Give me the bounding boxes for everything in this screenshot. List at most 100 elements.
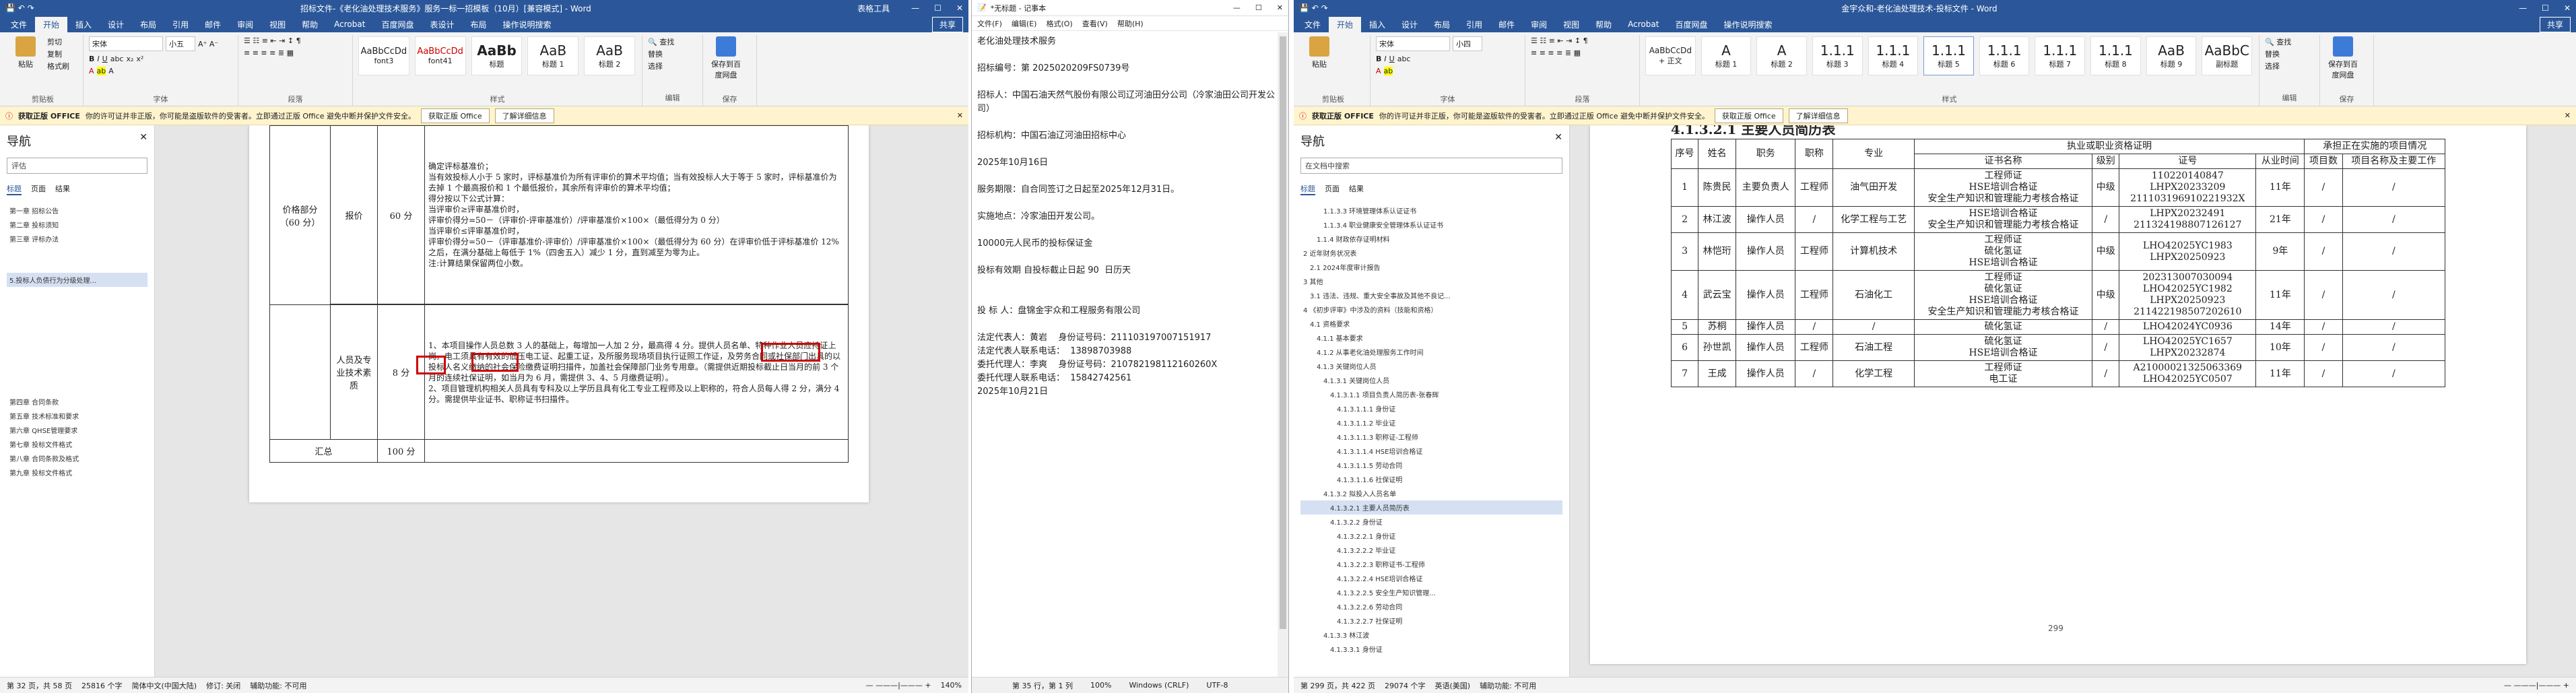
font-color-icon[interactable]: A — [1376, 67, 1381, 75]
nav-item[interactable]: 5.投标人负债行为分级处理... — [7, 273, 147, 287]
bullets-icon[interactable]: ☰ ☷ ≡ ⇤ ⇥ ↕ ¶ — [244, 36, 347, 45]
select-button[interactable]: 选择 — [648, 61, 697, 73]
style-item[interactable]: 1.1.1 标题 4 — [1868, 36, 1919, 75]
learn-more-button[interactable]: 了解详细信息 — [1788, 108, 1848, 123]
nav-item[interactable]: 4.1.2 从事老化油处理服务工作时间 — [1300, 345, 1562, 359]
learn-more-button[interactable]: 了解详细信息 — [494, 108, 554, 123]
underline-icon[interactable]: U — [102, 55, 108, 63]
scrollbar[interactable] — [1278, 32, 1288, 677]
style-item[interactable]: 1.1.1 标题 7 — [2035, 36, 2086, 75]
maximize-icon[interactable]: ☐ — [2542, 3, 2549, 13]
nav-item[interactable]: 2.1 2024年度审计报告 — [1300, 260, 1562, 274]
nav-item[interactable]: 4.1.3.2.1 主要人员简历表 — [1300, 500, 1562, 515]
tab-layout[interactable]: 布局 — [1426, 17, 1458, 32]
nav-item[interactable]: 4.1.3.1.1 项目负责人简历表-张春辉 — [1300, 387, 1562, 401]
strikethrough-icon[interactable]: abc — [110, 55, 124, 63]
style-item[interactable]: A 标题 1 — [1700, 36, 1752, 75]
nav-item[interactable]: 第二章 投标须知 — [7, 218, 147, 232]
style-item[interactable]: 1.1.1 标题 3 — [1812, 36, 1863, 75]
select-button[interactable]: 选择 — [2265, 61, 2314, 73]
tab-file[interactable]: 文件 — [3, 17, 35, 32]
tab-references[interactable]: 引用 — [1458, 17, 1490, 32]
font-size-select[interactable]: 小五 — [166, 36, 195, 51]
nav-item[interactable]: 1.1.4 财政依存证明材料 — [1300, 232, 1562, 246]
nav-item[interactable]: 4.1.3.1.1.6 社保证明 — [1300, 472, 1562, 486]
nav-search-input[interactable]: 在文档中搜索 — [1300, 158, 1562, 174]
tab-mailings[interactable]: 邮件 — [197, 17, 229, 32]
nav-item[interactable]: 4.1.3 关键岗位人员 — [1300, 359, 1562, 373]
replace-button[interactable]: 替换 — [2265, 48, 2314, 61]
nav-item[interactable]: 4.1.3.2.2.3 职称证书-工程师 — [1300, 557, 1562, 571]
bold-icon[interactable]: B — [89, 55, 94, 63]
tab-table-layout[interactable]: 布局 — [462, 17, 494, 32]
close-icon[interactable]: ✕ — [2565, 111, 2571, 120]
style-item[interactable]: 1.1.1 标题 6 — [1979, 36, 2030, 75]
tab-view[interactable]: 视图 — [1555, 17, 1587, 32]
style-item[interactable]: AaBb 标题 — [471, 36, 523, 75]
page-count[interactable]: 第 32 页，共 58 页 — [7, 680, 72, 691]
nav-item[interactable]: 4 《初步评审》中涉及的资料（技能和资格） — [1300, 302, 1562, 317]
document-page[interactable]: 4.1.3.2.1 主要人员简历表 序号 姓名 职务 职称 专业 执业或职业资格… — [1590, 125, 2526, 664]
tell-me-search[interactable]: 操作说明搜索 — [1715, 17, 1780, 32]
nav-item[interactable]: 第四章 合同条款 — [7, 395, 147, 409]
tab-design[interactable]: 设计 — [100, 17, 132, 32]
cut-button[interactable]: 剪切 — [47, 36, 69, 48]
style-item[interactable]: AaBbCcDd font41 — [414, 36, 466, 75]
tab-view[interactable]: 视图 — [261, 17, 294, 32]
menu-file[interactable]: 文件(F) — [977, 18, 1002, 29]
nav-item[interactable]: 1.1.3.3 环境管理体系认证证书 — [1300, 203, 1562, 218]
style-item[interactable]: AaB 标题 1 — [527, 36, 579, 75]
tab-home[interactable]: 开始 — [1329, 16, 1362, 32]
style-item[interactable]: AaBbC 副标题 — [2202, 36, 2253, 75]
style-item[interactable]: 1.1.1 标题 8 — [2090, 36, 2141, 75]
italic-icon[interactable]: I — [1384, 55, 1386, 63]
highlight-icon[interactable]: ab — [96, 67, 106, 75]
bold-icon[interactable]: B — [1376, 55, 1381, 63]
tab-baidu[interactable]: 百度网盘 — [373, 17, 422, 32]
style-item[interactable]: AaBbCcDd + 正文 — [1645, 36, 1696, 75]
tell-me-search[interactable]: 操作说明搜索 — [495, 17, 560, 32]
strikethrough-icon[interactable]: abc — [1397, 55, 1411, 63]
nav-tab-pages[interactable]: 页面 — [1325, 183, 1340, 195]
nav-tab-headings[interactable]: 标题 — [7, 183, 22, 195]
menu-format[interactable]: 格式(O) — [1046, 18, 1072, 29]
close-icon[interactable]: ✕ — [2564, 3, 2571, 13]
font-name-select[interactable]: 宋体 — [1376, 36, 1450, 51]
nav-item[interactable]: 4.1.3.2.2.4 HSE培训合格证 — [1300, 571, 1562, 585]
nav-tab-results[interactable]: 结果 — [55, 183, 70, 195]
share-button[interactable]: 共享 — [931, 16, 963, 32]
tab-file[interactable]: 文件 — [1296, 17, 1329, 32]
find-button[interactable]: 🔍 查找 — [648, 36, 697, 48]
nav-item[interactable]: 1.1.3.4 职业健康安全管理体系认证证书 — [1300, 218, 1562, 232]
minimize-icon[interactable]: — — [2519, 3, 2527, 13]
accessibility[interactable]: 辅助功能: 不可用 — [1480, 680, 1536, 691]
tab-help[interactable]: 帮助 — [1587, 17, 1620, 32]
nav-item[interactable]: 第六章 QHSE管理要求 — [7, 423, 147, 437]
nav-item[interactable]: 第一章 招标公告 — [7, 203, 147, 218]
tab-help[interactable]: 帮助 — [294, 17, 326, 32]
word-count[interactable]: 25816 个字 — [81, 680, 123, 691]
autosave-icon[interactable]: 💾 ↶ ↷ — [5, 3, 34, 13]
copy-button[interactable]: 复制 — [47, 48, 69, 61]
style-item[interactable]: A 标题 2 — [1756, 36, 1807, 75]
nav-item[interactable]: 第七章 投标文件格式 — [7, 437, 147, 451]
format-painter-button[interactable]: 格式刷 — [47, 61, 69, 73]
style-item[interactable]: AaB 标题 9 — [2146, 36, 2197, 75]
menu-view[interactable]: 查看(V) — [1082, 18, 1108, 29]
tab-acrobat[interactable]: Acrobat — [326, 18, 373, 31]
font-name-select[interactable]: 宋体 — [89, 36, 163, 51]
nav-item[interactable]: 4.1.3.2.2.6 劳动合同 — [1300, 599, 1562, 614]
close-icon[interactable]: ✕ — [139, 132, 147, 150]
tab-references[interactable]: 引用 — [164, 17, 197, 32]
underline-icon[interactable]: U — [1389, 55, 1395, 63]
nav-tab-results[interactable]: 结果 — [1349, 183, 1364, 195]
zoom-level[interactable]: 140% — [941, 681, 962, 690]
tab-table-design[interactable]: 表设计 — [422, 17, 462, 32]
minimize-icon[interactable]: — — [1233, 3, 1241, 12]
tab-review[interactable]: 审阅 — [229, 17, 261, 32]
nav-item[interactable]: 4.1.3.1.1.1 身份证 — [1300, 401, 1562, 416]
font-color-icon[interactable]: A — [89, 67, 94, 75]
align-icons[interactable]: ≡ ≡ ≡ ≡ ≣ ▦ — [244, 48, 347, 57]
menu-edit[interactable]: 编辑(E) — [1012, 18, 1037, 29]
tab-mailings[interactable]: 邮件 — [1490, 17, 1523, 32]
